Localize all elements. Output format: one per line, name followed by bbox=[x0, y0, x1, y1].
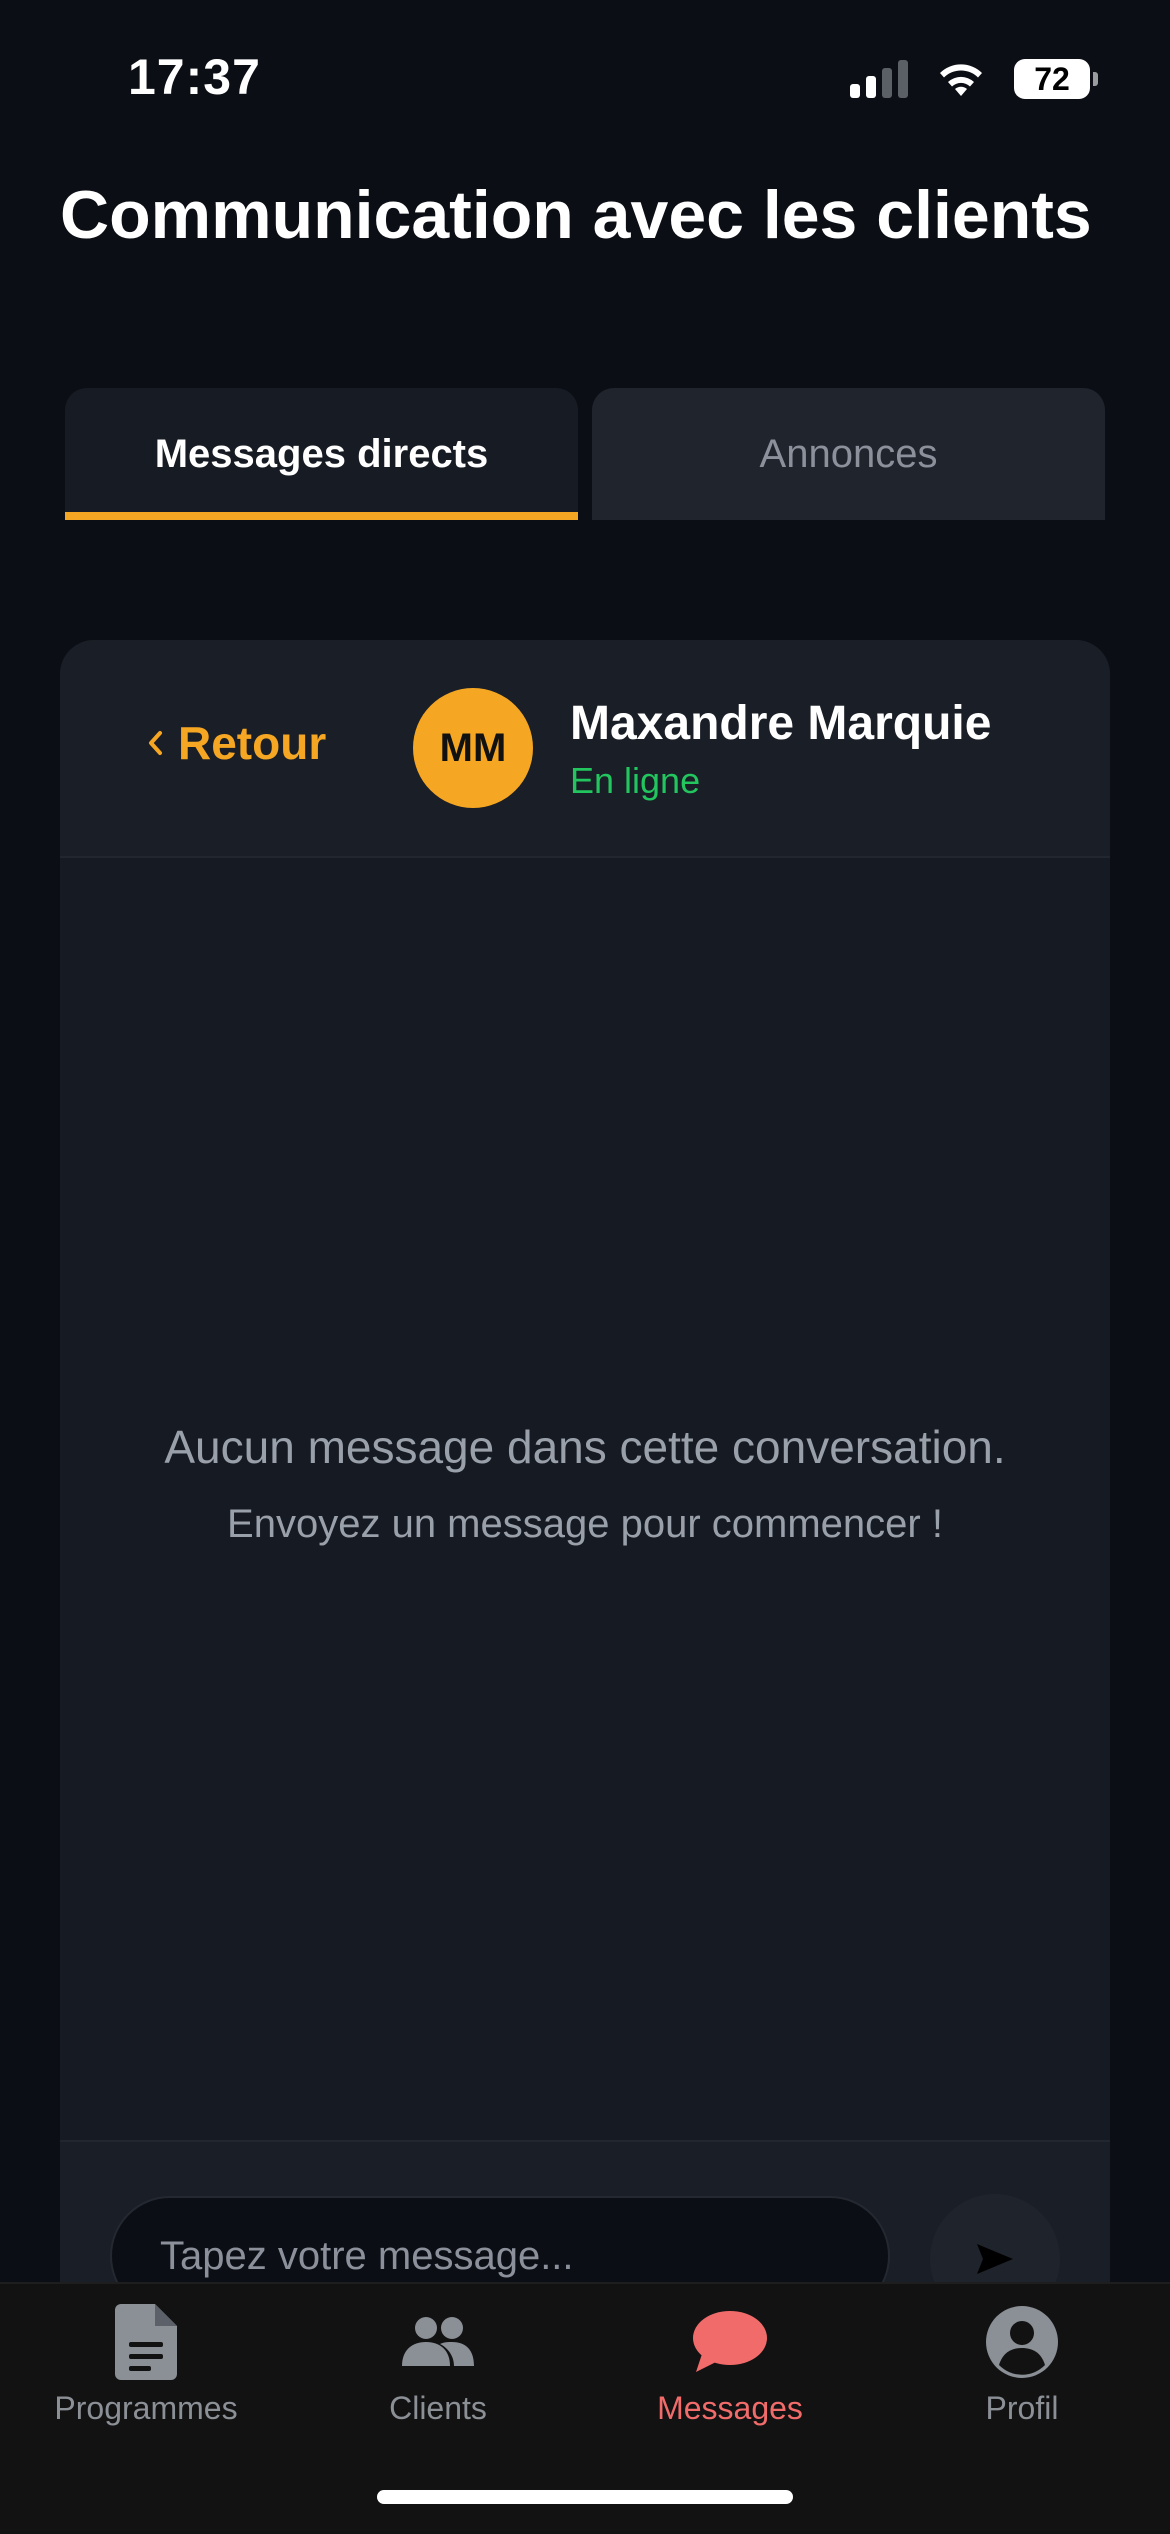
nav-label-clients: Clients bbox=[389, 2390, 487, 2426]
empty-subtitle: Envoyez un message pour commencer ! bbox=[227, 1502, 943, 1546]
back-button[interactable]: Retour bbox=[146, 716, 326, 770]
back-label: Retour bbox=[178, 717, 327, 769]
status-bar: 17:37 72 bbox=[0, 0, 1170, 150]
chat-header: Retour MM Maxandre Marquie En ligne bbox=[60, 640, 1110, 858]
users-icon bbox=[398, 2302, 478, 2382]
wifi-icon bbox=[940, 64, 982, 96]
chat-card: Retour MM Maxandre Marquie En ligne Aucu… bbox=[60, 640, 1110, 2340]
status-icons: 72 bbox=[850, 56, 1098, 102]
user-circle-icon bbox=[982, 2302, 1062, 2382]
tab-annonces[interactable]: Annonces bbox=[592, 388, 1105, 520]
contact-status: En ligne bbox=[570, 760, 701, 801]
empty-state: Aucun message dans cette conversation. E… bbox=[60, 1420, 1110, 1547]
page-title: Communication avec les clients bbox=[60, 177, 1092, 253]
tab-messages-directs[interactable]: Messages directs bbox=[65, 388, 578, 520]
document-icon bbox=[106, 2302, 186, 2382]
nav-item-clients[interactable]: Clients bbox=[292, 2302, 584, 2462]
battery-indicator: 72 bbox=[1014, 59, 1098, 99]
chevron-left-icon bbox=[149, 731, 162, 755]
tab-bar: Messages directs Annonces bbox=[65, 388, 1105, 520]
cellular-signal-icon bbox=[850, 60, 908, 98]
battery-level: 72 bbox=[1034, 60, 1070, 97]
nav-item-messages[interactable]: Messages bbox=[584, 2302, 876, 2462]
home-indicator bbox=[377, 2490, 793, 2504]
send-arrow-icon bbox=[977, 2244, 1013, 2274]
status-time: 17:37 bbox=[128, 49, 261, 105]
nav-label-profil: Profil bbox=[985, 2390, 1059, 2426]
contact-name: Maxandre Marquie bbox=[570, 697, 992, 750]
nav-label-programmes: Programmes bbox=[54, 2390, 238, 2426]
avatar: MM bbox=[413, 688, 533, 808]
chat-bubble-icon bbox=[690, 2302, 770, 2382]
empty-title: Aucun message dans cette conversation. bbox=[164, 1421, 1006, 1473]
nav-label-messages: Messages bbox=[657, 2390, 803, 2426]
nav-item-programmes[interactable]: Programmes bbox=[0, 2302, 292, 2462]
nav-item-profil[interactable]: Profil bbox=[876, 2302, 1168, 2462]
battery-nub bbox=[1093, 72, 1098, 86]
